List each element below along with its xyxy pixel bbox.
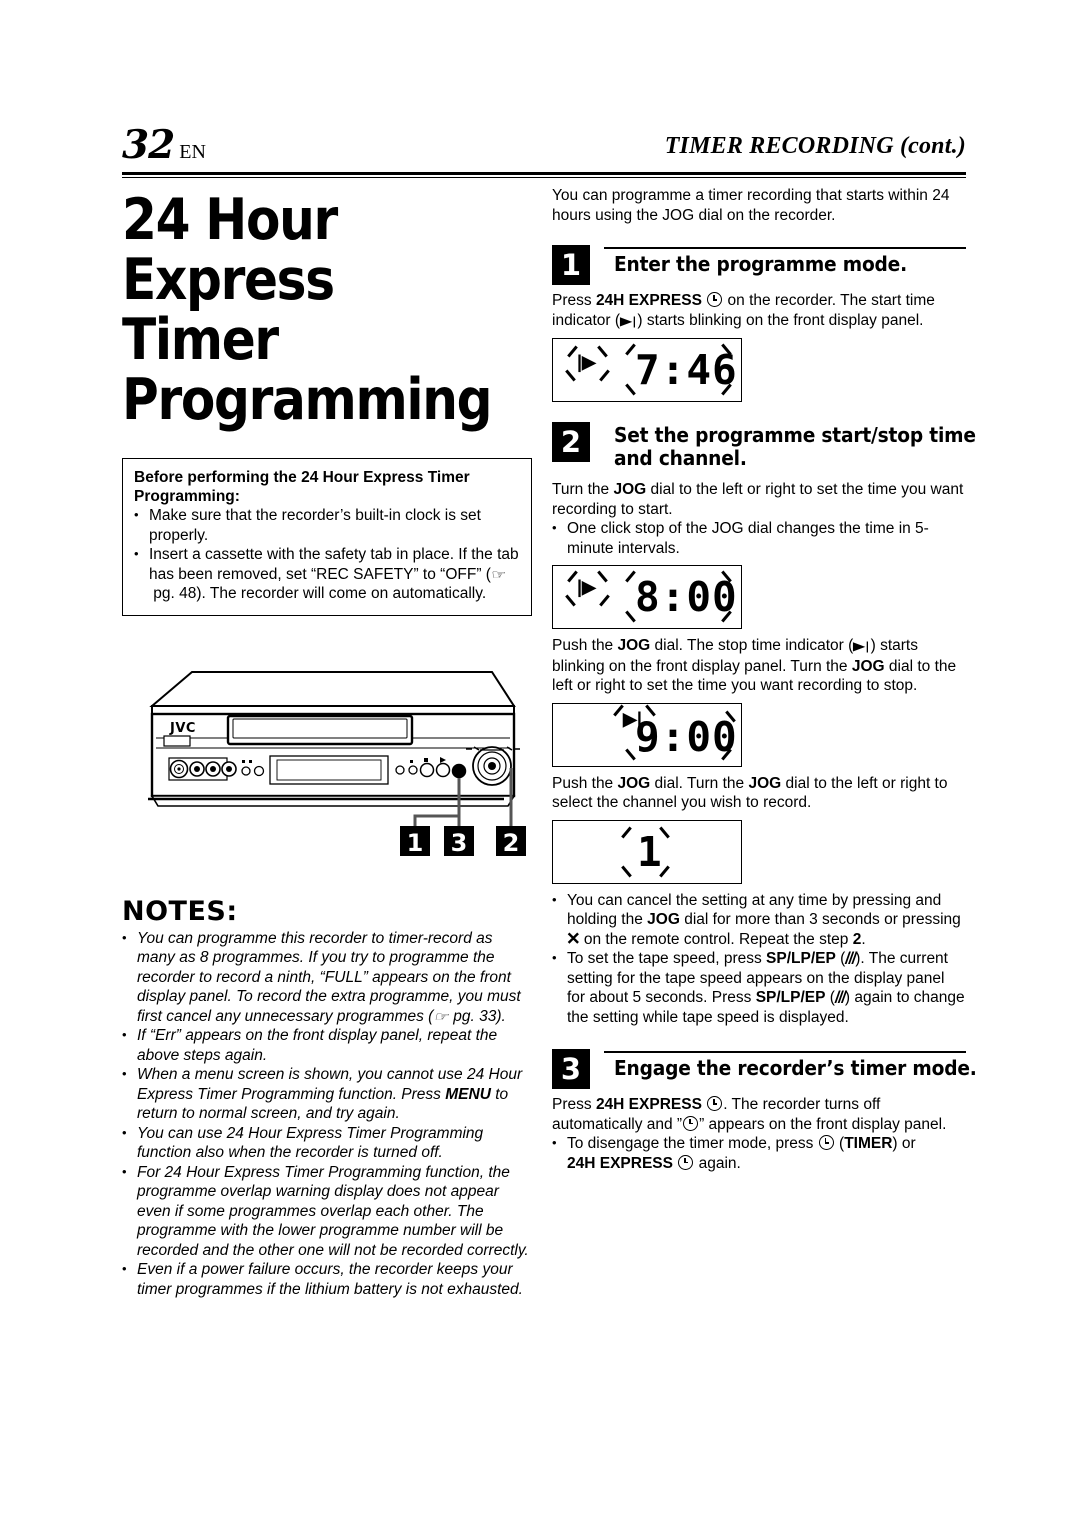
tape-speed-icon: /// — [845, 949, 856, 968]
list-item: To set the tape speed, press SP/LP/EP (/… — [552, 948, 966, 1027]
step-rule — [604, 1051, 966, 1053]
step-2-bullets-2: You can cancel the setting at any time b… — [552, 890, 966, 1028]
cross-icon: ✕ — [566, 929, 581, 949]
header-rule-thick — [122, 172, 966, 175]
brand-logo-text: JVC — [169, 721, 196, 736]
display-value: 9:00 — [635, 712, 738, 761]
callout-2: 2 — [503, 829, 520, 856]
display-panel-start-time-set: |▶ 8:00 — [552, 565, 742, 629]
list-item: Insert a cassette with the safety tab in… — [134, 544, 520, 604]
step-3-body: Press 24H EXPRESS . The recorder turns o… — [552, 1096, 947, 1133]
list-item: One click stop of the JOG dial changes t… — [552, 518, 966, 558]
display-value: 8:00 — [635, 573, 738, 621]
step-2-para-1: Turn the JOG dial to the left or right t… — [552, 481, 964, 518]
step-number: 3 — [552, 1049, 590, 1089]
clock-icon — [818, 1135, 834, 1150]
running-head: TIMER RECORDING (cont.) — [664, 133, 966, 159]
step-2-header: 2 Set the programme start/stop time and … — [552, 422, 976, 474]
list-item: To disengage the timer mode, press (TIME… — [552, 1133, 966, 1173]
step-3-bullets: To disengage the timer mode, press (TIME… — [552, 1133, 966, 1173]
clock-icon — [678, 1154, 694, 1170]
step-2-bullets-1: One click stop of the JOG dial changes t… — [552, 518, 966, 558]
page-title: 24 Hour Express Timer Programming — [122, 190, 536, 430]
step-title: Engage the recorder’s timer mode. — [614, 1056, 977, 1080]
blink-spark — [621, 865, 632, 877]
list-item: You can use 24 Hour Express Timer Progra… — [122, 1123, 532, 1163]
notes-heading: NOTES: — [122, 895, 238, 927]
stop-time-indicator-icon: ▶| — [853, 639, 870, 653]
step-3: 3 Engage the recorder’s timer mode. Pres… — [552, 1049, 977, 1173]
step-title: Set the programme start/stop time and ch… — [614, 423, 976, 470]
list-item: Make sure that the recorder’s built-in c… — [134, 505, 520, 545]
notes-list: You can programme this recorder to timer… — [122, 928, 532, 1300]
list-item: You can programme this recorder to timer… — [122, 928, 532, 1027]
blink-spark — [599, 594, 610, 607]
step-rule — [604, 247, 966, 249]
display-panel-start-time: |▶ 7:46 — [552, 338, 742, 402]
display-value: 1 — [637, 827, 663, 876]
list-item: When a menu screen is shown, you cannot … — [122, 1064, 532, 1124]
step-title: Enter the programme mode. — [614, 252, 907, 276]
callout-1: 1 — [407, 829, 424, 856]
clock-icon — [707, 1096, 723, 1111]
left-column: 24 Hour Express Timer Programming Before… — [122, 186, 532, 1299]
page-title-line1: 24 Hour Express — [122, 187, 338, 313]
blink-spark — [597, 570, 608, 583]
blink-spark — [565, 369, 576, 382]
before-performing-box: Before performing the 24 Hour Express Ti… — [122, 458, 532, 616]
step-number: 2 — [552, 422, 590, 462]
callout-3: 3 — [451, 829, 468, 856]
manual-page: 32 EN TIMER RECORDING (cont.) 24 Hour Exp… — [0, 0, 1080, 1528]
list-item: Even if a power failure occurs, the reco… — [122, 1259, 532, 1299]
display-panel-channel: 1 — [552, 819, 742, 884]
list-item: You can cancel the setting at any time b… — [552, 890, 966, 950]
clock-icon — [683, 1115, 699, 1131]
vcr-illustration: JVC 1 3 2 — [122, 656, 532, 858]
page-header: 32 EN TIMER RECORDING (cont.) — [122, 122, 966, 174]
step-2-para-3: Push the JOG dial. Turn the JOG dial to … — [552, 774, 948, 812]
list-item: If “Err” appears on the front display pa… — [122, 1025, 532, 1065]
vcr-front-panel-drawing: JVC 1 3 2 — [148, 670, 526, 858]
display-panel-stop-time: ▶| 9:00 — [552, 702, 742, 767]
blink-spark — [621, 826, 632, 838]
blink-spark — [597, 345, 608, 358]
blink-spark — [599, 369, 610, 382]
step-1-header: 1 Enter the programme mode. — [552, 245, 966, 285]
pointing-hand-icon: ☞ — [491, 566, 507, 582]
right-column: You can programme a timer recording that… — [552, 186, 977, 1173]
list-item: For 24 Hour Express Timer Programming fu… — [122, 1162, 532, 1261]
pointing-hand-icon: ☞ — [433, 1008, 449, 1024]
header-rule-thin — [122, 177, 966, 178]
folio-number: 32 — [122, 122, 175, 168]
display-value: 7:46 — [635, 346, 738, 394]
notes-section: NOTES: You can programme this recorder t… — [122, 896, 532, 1300]
page-folio: 32 EN — [122, 122, 206, 168]
blink-spark — [565, 594, 576, 607]
step-1-body: Press 24H EXPRESS on the recorder. The s… — [552, 291, 966, 331]
folio-language: EN — [179, 141, 206, 163]
start-time-indicator-icon: ▶| — [619, 313, 637, 328]
step-2: 2 Set the programme start/stop time and … — [552, 422, 976, 1028]
clock-icon — [707, 292, 723, 307]
start-time-indicator-icon: |▶ — [577, 577, 596, 597]
tape-speed-icon: /// — [834, 988, 846, 1007]
step-3-header: 3 Engage the recorder’s timer mode. — [552, 1049, 977, 1089]
step-number: 1 — [552, 245, 590, 285]
page-title-line2: Timer Programming — [122, 307, 493, 433]
before-box-list: Make sure that the recorder’s built-in c… — [134, 505, 520, 604]
step-2-para-2: Push the JOG dial. The stop time indicat… — [552, 637, 957, 694]
step-1: 1 Enter the programme mode. Press 24H EX… — [552, 245, 966, 402]
start-time-indicator-icon: |▶ — [577, 352, 596, 372]
intro-paragraph: You can programme a timer recording that… — [552, 187, 950, 224]
before-box-title: Before performing the 24 Hour Express Ti… — [134, 469, 470, 505]
